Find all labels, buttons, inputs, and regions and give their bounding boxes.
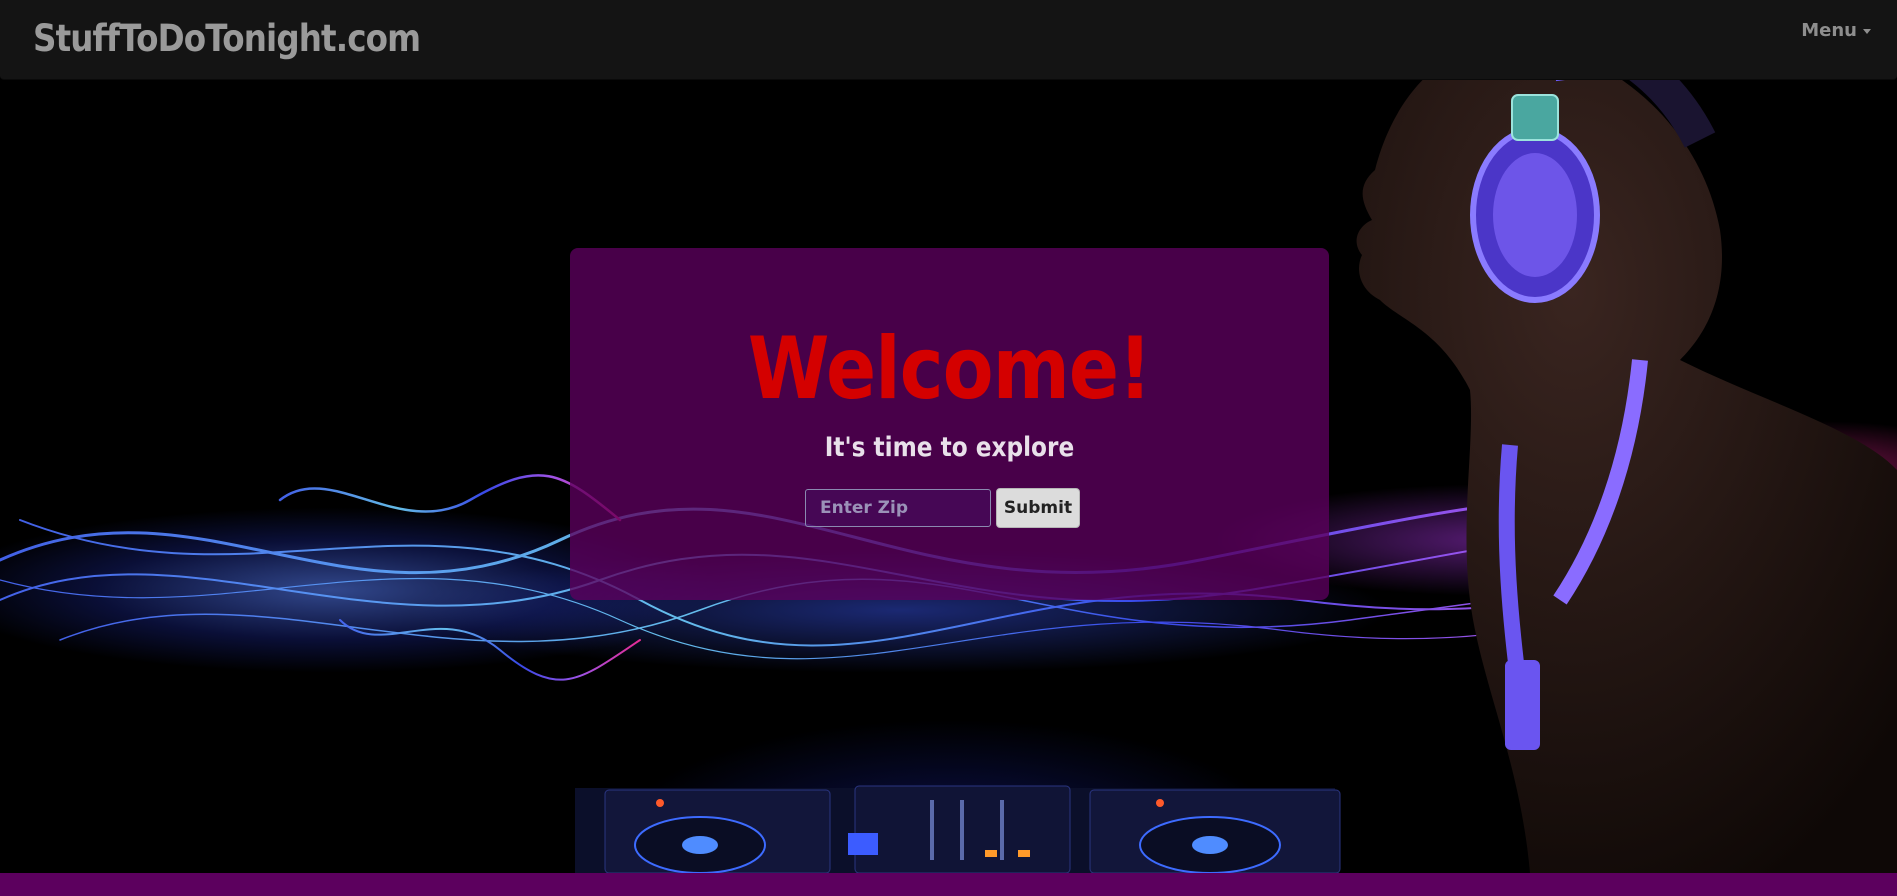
footer-bar [0, 873, 1897, 896]
submit-button[interactable]: Submit [996, 488, 1080, 528]
chevron-down-icon [1863, 28, 1871, 34]
brand-logo-link[interactable]: StuffToDoTonight.com [33, 20, 421, 57]
page: StuffToDoTonight.com Menu Welcome! It's … [0, 0, 1897, 896]
welcome-panel: Welcome! It's time to explore Submit [570, 248, 1329, 600]
menu-label: Menu [1801, 20, 1857, 41]
menu-dropdown-toggle[interactable]: Menu [1801, 20, 1871, 42]
zip-search-form: Submit [805, 488, 1080, 528]
welcome-title: Welcome! [747, 319, 1152, 419]
navbar: StuffToDoTonight.com Menu [0, 0, 1897, 80]
zip-input[interactable] [805, 489, 991, 527]
woman-with-headphones [1356, 11, 1897, 873]
dj-decks [575, 785, 1341, 873]
welcome-subtitle: It's time to explore [824, 432, 1075, 463]
